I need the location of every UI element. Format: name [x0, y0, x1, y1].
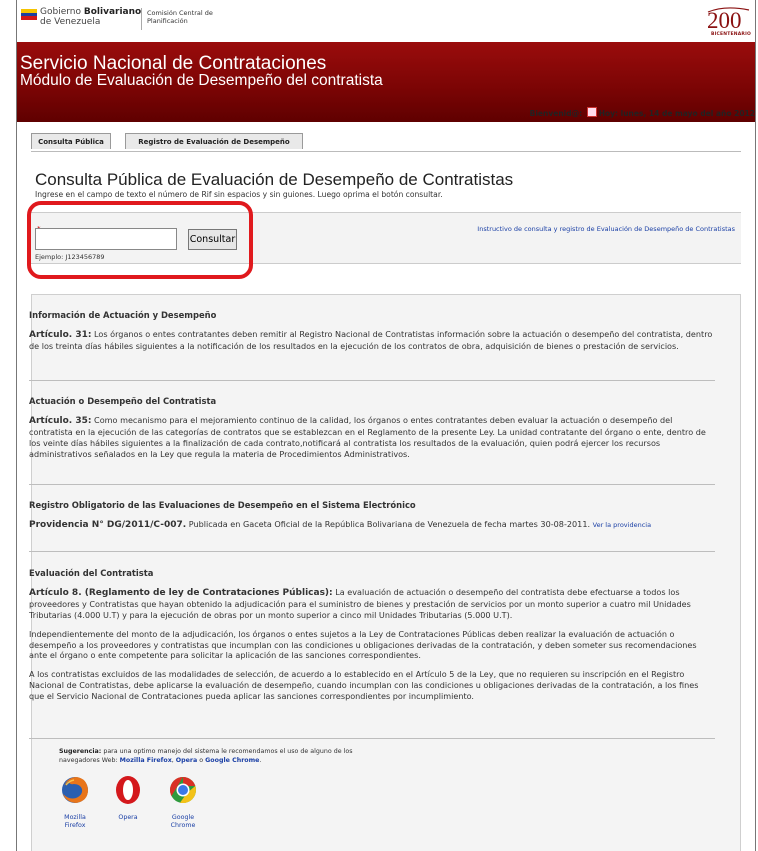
opera-label-line1: Opera — [118, 814, 138, 821]
section-lead: Artículo 8. (Reglamento de ley de Contra… — [29, 587, 333, 598]
suggestion-label: Sugerencia: — [59, 748, 102, 755]
page-frame: Gobierno Bolivariano de Venezuela Comisi… — [16, 0, 756, 851]
browser-suggestion: Sugerencia: para una optimo manejo del s… — [59, 748, 359, 765]
browser-chrome[interactable]: Google Chrome — [165, 775, 201, 829]
section-divider — [29, 380, 715, 381]
browser-opera[interactable]: Opera — [110, 775, 146, 822]
firefox-label: Mozilla Firefox — [57, 814, 93, 829]
section-registro-obligatorio: Registro Obligatorio de las Evaluaciones… — [29, 500, 715, 539]
calendar-icon — [586, 107, 597, 117]
gov-prefix: Gobierno — [40, 7, 81, 17]
comision-line1: Comisión Central de — [147, 9, 213, 17]
instructivo-link[interactable]: Instructivo de consulta y registro de Ev… — [477, 225, 735, 233]
section-paragraph: Artículo 8. (Reglamento de ley de Contra… — [29, 587, 715, 621]
gobierno-logo-text: Gobierno Bolivariano de Venezuela — [40, 7, 141, 27]
section-evaluacion: Evaluación del Contratista Artículo 8. (… — [29, 568, 715, 710]
suggestion-sep: o — [197, 756, 206, 764]
welcome-bar: Bienvenid@: Hoy: lunes, 14 de mayo del a… — [530, 107, 755, 118]
tab-divider — [31, 151, 741, 152]
firefox-link[interactable]: Mozilla Firefox — [120, 757, 172, 764]
section-divider — [29, 738, 715, 739]
site-title: Servicio Nacional de Contrataciones — [20, 53, 327, 74]
section-lead: Artículo. 31: — [29, 329, 92, 340]
gov-divider — [141, 8, 142, 30]
section-divider — [29, 551, 715, 552]
venezuela-flag-icon — [21, 9, 37, 20]
section-text: Publicada en Gaceta Oficial de la Repúbl… — [186, 518, 593, 529]
gov-line2: de Venezuela — [40, 17, 101, 27]
consultar-button[interactable]: Consultar — [188, 229, 237, 250]
chrome-icon — [170, 777, 196, 804]
bicentenario-number: 200 — [707, 8, 742, 33]
suggestion-end: . — [259, 756, 262, 764]
chrome-label-line2: Chrome — [170, 821, 196, 829]
government-bar: Gobierno Bolivariano de Venezuela Comisi… — [17, 0, 755, 43]
section-paragraph-2: Independientemente del monto de la adjud… — [29, 628, 697, 661]
chrome-label: Google Chrome — [165, 814, 201, 829]
section-text: Los órganos o entes contratantes deben r… — [29, 328, 713, 351]
firefox-label-line1: Mozilla — [64, 814, 86, 821]
ver-providencia-link[interactable]: Ver la providencia — [593, 521, 651, 529]
chrome-label-line1: Google — [171, 814, 195, 821]
section-actuacion: Actuación o Desempeño del Contratista Ar… — [29, 396, 715, 468]
current-date: Hoy: lunes, 14 de mayo del año 2012 — [598, 109, 755, 118]
section-title: Evaluación del Contratista — [29, 568, 154, 578]
section-lead: Artículo. 35: — [29, 415, 92, 426]
welcome-greeting: Bienvenid@: — [529, 109, 583, 118]
rif-example: Ejemplo: J123456789 — [35, 253, 105, 261]
comision-line2: Planificación — [147, 17, 188, 25]
site-subtitle: Módulo de Evaluación de Desempeño del co… — [20, 72, 383, 89]
section-title: Registro Obligatorio de las Evaluaciones… — [29, 500, 416, 510]
firefox-icon — [62, 777, 88, 803]
comision-text: Comisión Central de Planificación — [147, 9, 213, 25]
section-informacion: Información de Actuación y Desempeño Art… — [29, 310, 715, 360]
chrome-link[interactable]: Google Chrome — [205, 757, 259, 764]
section-paragraph: Artículo. 31: Los órganos o entes contra… — [29, 329, 715, 352]
page-instructions: Ingrese en el campo de texto el número d… — [35, 190, 443, 199]
tab-consulta-publica[interactable]: Consulta Pública — [31, 133, 111, 149]
page-title: Consulta Pública de Evaluación de Desemp… — [35, 170, 514, 189]
browser-firefox[interactable]: Mozilla Firefox — [57, 775, 93, 829]
section-lead: Providencia N° DG/2011/C-007. — [29, 519, 187, 530]
rif-input[interactable] — [35, 228, 177, 250]
opera-link[interactable]: Opera — [176, 757, 198, 764]
section-paragraph: Providencia N° DG/2011/C-007. Publicada … — [29, 519, 715, 531]
bicentenario-label: BICENTENARIO — [710, 32, 751, 37]
gov-bold: Bolivariano — [83, 7, 142, 17]
section-text: Como mecanismo para el mejoramiento cont… — [29, 414, 706, 459]
section-paragraph-3: A los contratistas excluidos de las moda… — [29, 669, 699, 702]
section-title: Información de Actuación y Desempeño — [29, 310, 217, 320]
firefox-label-line2: Firefox — [64, 821, 86, 829]
section-divider — [29, 484, 715, 485]
tab-registro-evaluacion[interactable]: Registro de Evaluación de Desempeño — [125, 133, 303, 149]
opera-icon — [116, 776, 140, 804]
opera-label: Opera — [110, 814, 146, 822]
section-paragraph: Artículo. 35: Como mecanismo para el mej… — [29, 415, 715, 460]
section-title: Actuación o Desempeño del Contratista — [29, 396, 217, 406]
bicentenario-logo-icon: 200 — [707, 7, 750, 33]
